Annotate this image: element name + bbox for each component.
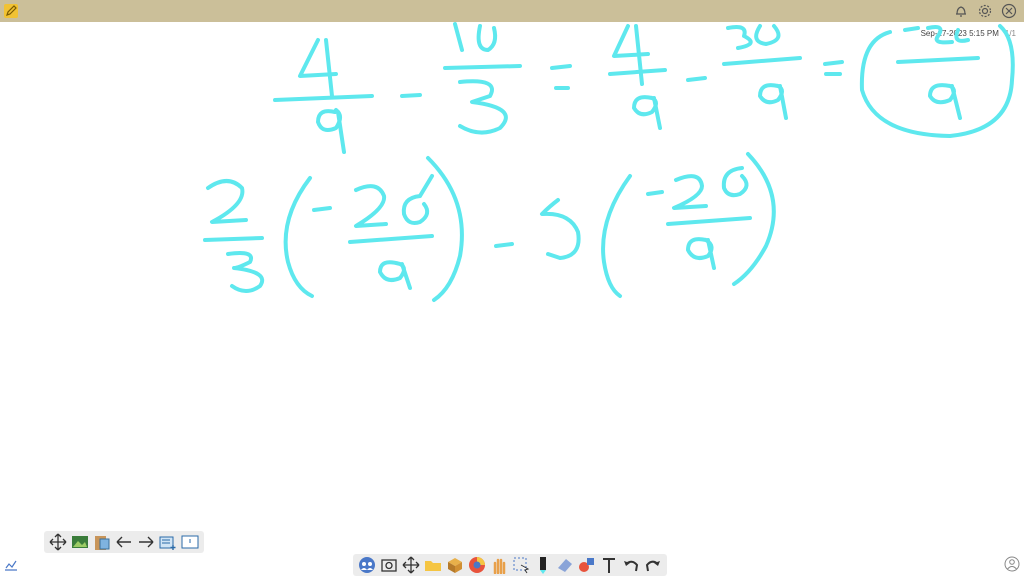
move-icon[interactable] bbox=[401, 555, 421, 575]
folder-icon[interactable] bbox=[423, 555, 443, 575]
paste-icon[interactable] bbox=[92, 532, 112, 552]
participants-icon[interactable] bbox=[357, 555, 377, 575]
close-icon[interactable] bbox=[1000, 2, 1018, 20]
text-icon[interactable] bbox=[599, 555, 619, 575]
browser-icon[interactable] bbox=[467, 555, 487, 575]
whiteboard-canvas[interactable] bbox=[0, 22, 1024, 552]
arrow-left-icon[interactable] bbox=[114, 532, 134, 552]
box-icon[interactable] bbox=[445, 555, 465, 575]
redo-icon[interactable] bbox=[643, 555, 663, 575]
page-icon[interactable] bbox=[180, 532, 200, 552]
handwriting-ink bbox=[203, 22, 1015, 302]
image-insert-icon[interactable] bbox=[70, 532, 90, 552]
screenshot-icon[interactable] bbox=[379, 555, 399, 575]
bell-icon[interactable] bbox=[952, 2, 970, 20]
move-icon[interactable] bbox=[48, 532, 68, 552]
arrow-right-icon[interactable] bbox=[136, 532, 156, 552]
shapes-icon[interactable] bbox=[577, 555, 597, 575]
select-icon[interactable] bbox=[511, 555, 531, 575]
undo-icon[interactable] bbox=[621, 555, 641, 575]
title-bar bbox=[0, 0, 1024, 22]
main-toolbar bbox=[353, 554, 667, 576]
gear-icon[interactable] bbox=[976, 2, 994, 20]
user-icon[interactable] bbox=[1004, 556, 1020, 572]
chart-icon[interactable] bbox=[4, 558, 18, 571]
new-page-icon[interactable] bbox=[158, 532, 178, 552]
eraser-icon[interactable] bbox=[555, 555, 575, 575]
pen-icon[interactable] bbox=[533, 555, 553, 575]
page-toolbar bbox=[44, 531, 204, 553]
hand-icon[interactable] bbox=[489, 555, 509, 575]
pencil-app-icon[interactable] bbox=[4, 4, 18, 18]
